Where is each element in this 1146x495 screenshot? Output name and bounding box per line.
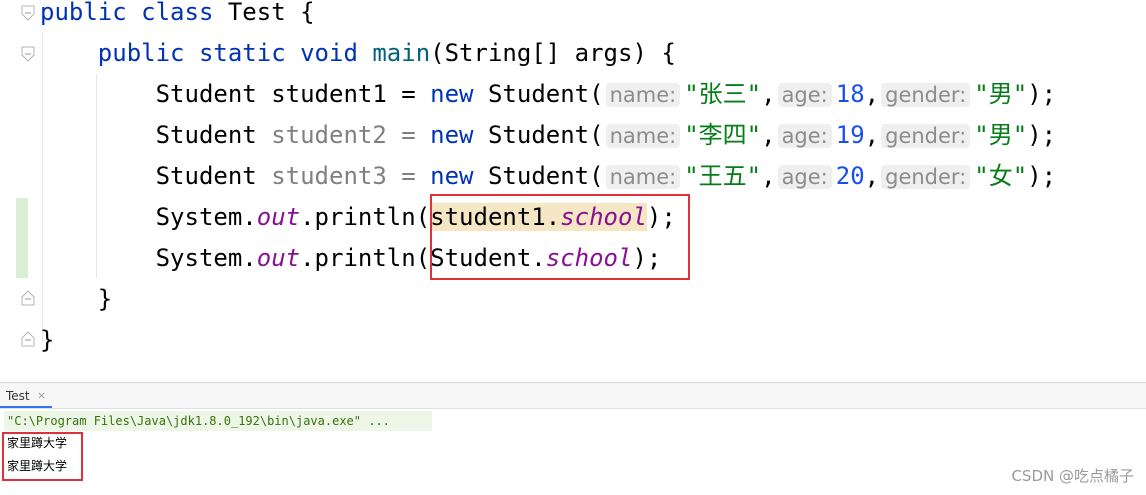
param-hint: age:	[777, 124, 832, 148]
tab-test[interactable]: Test ×	[0, 383, 52, 408]
annotation-box-code	[430, 194, 690, 280]
fold-end-icon[interactable]	[21, 290, 35, 306]
param-hint: age:	[777, 83, 832, 107]
fold-icon[interactable]	[21, 46, 35, 62]
param-hint: gender:	[881, 83, 971, 107]
code-line-8[interactable]: }	[40, 279, 112, 320]
code-line-3[interactable]: Student student1 = new Student(name: "张三"…	[40, 74, 1057, 115]
code-line-5[interactable]: Student student3 = new Student(name: "王五"…	[40, 156, 1057, 197]
code-line-9[interactable]: }	[40, 320, 54, 361]
run-tool-window: Test × "C:\Program Files\Java\jdk1.8.0_1…	[0, 382, 1146, 495]
annotation-box-output	[2, 432, 83, 481]
param-hint: gender:	[881, 124, 971, 148]
fold-icon[interactable]	[21, 5, 35, 21]
run-tab-bar: Test ×	[0, 383, 1146, 409]
param-hint: name:	[605, 124, 681, 148]
vcs-change-marker	[16, 198, 28, 278]
close-icon[interactable]: ×	[37, 383, 46, 409]
tab-label: Test	[6, 389, 30, 403]
code-line-4[interactable]: Student student2 = new Student(name: "李四"…	[40, 115, 1057, 156]
code-line-1[interactable]: public class Test {	[40, 0, 315, 33]
watermark: CSDN @吃点橘子	[1011, 467, 1134, 485]
run-command-line: "C:\Program Files\Java\jdk1.8.0_192\bin\…	[4, 411, 432, 431]
code-editor[interactable]: public class Test { public static void m…	[0, 0, 1146, 382]
fold-end-icon[interactable]	[21, 331, 35, 347]
param-hint: age:	[777, 165, 832, 189]
param-hint: name:	[605, 83, 681, 107]
param-hint: name:	[605, 165, 681, 189]
code-line-2[interactable]: public static void main(String[] args) {	[40, 33, 676, 74]
param-hint: gender:	[881, 165, 971, 189]
